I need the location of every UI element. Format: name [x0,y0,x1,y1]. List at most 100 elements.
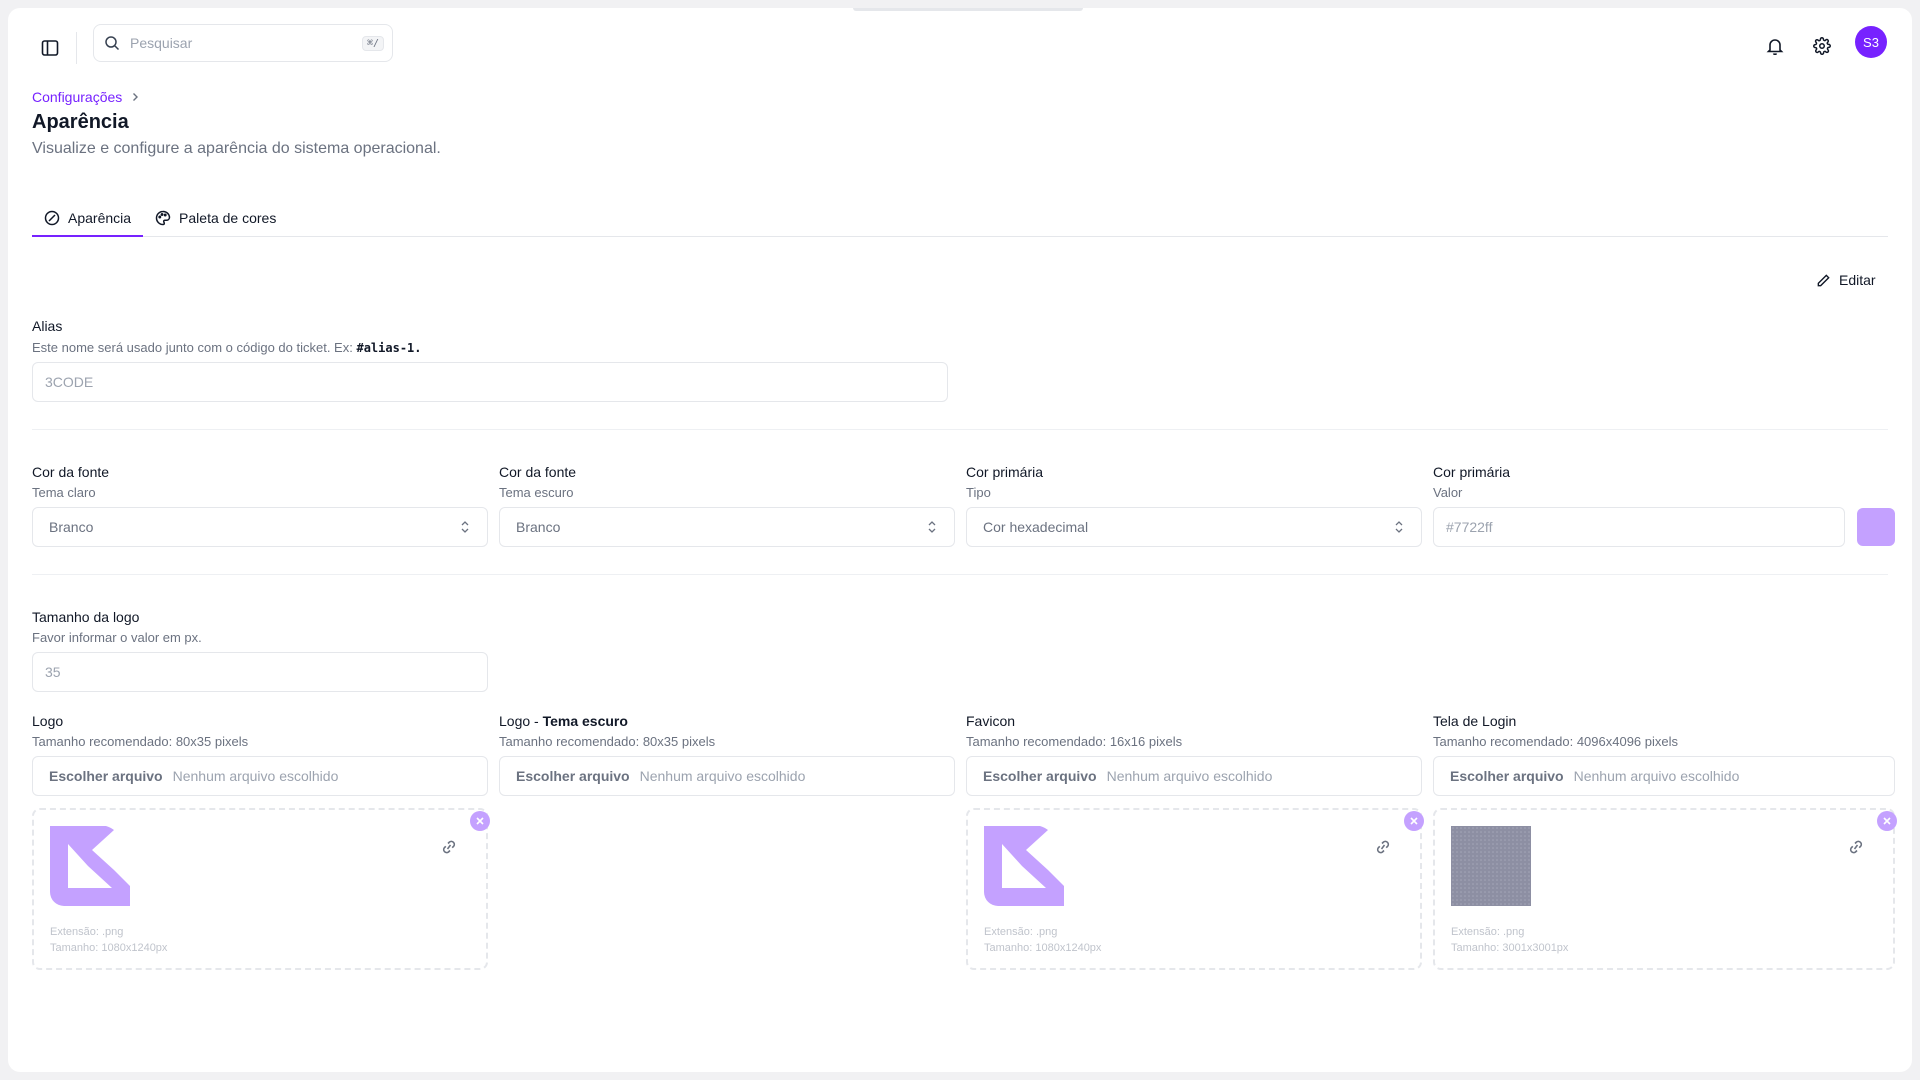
file-size: Tamanho: 3001x3001px [1451,942,1569,954]
logo-preview: Extensão: .png Tamanho: 1080x1240px [32,808,488,970]
login-screen-file-input[interactable]: Escolher arquivo Nenhum arquivo escolhid… [1433,756,1895,796]
file-meta: Extensão: .png Tamanho: 3001x3001px [1451,924,1568,956]
settings-button[interactable] [1808,32,1836,60]
login-screen-preview: Extensão: .png Tamanho: 3001x3001px [1433,808,1895,970]
tab-label: Paleta de cores [179,210,277,226]
palette-icon [44,210,60,225]
close-icon [1883,817,1891,825]
no-file-text: Nenhum arquivo escolhido [1573,768,1740,784]
edit-label: Editar [1839,272,1876,288]
select-value: Cor hexadecimal [983,519,1089,535]
chevron-right-icon [133,93,139,101]
primary-color-hex-field[interactable] [1433,507,1845,547]
bell-icon [1766,39,1784,55]
logo-size-label: Tamanho da logo [32,609,140,625]
remove-login-screen-button[interactable] [1877,811,1897,831]
primary-color-type-label: Cor primária [966,464,1044,480]
choose-file-button[interactable]: Escolher arquivo [516,768,630,784]
breadcrumb-link-settings[interactable]: Configurações [32,89,122,105]
file-meta: Extensão: .png Tamanho: 1080x1240px [984,924,1101,956]
logo-size-help: Favor informar o valor em px. [32,630,202,645]
search-input[interactable] [130,35,352,51]
chevrons-up-down-icon [1395,521,1403,533]
file-size: Tamanho: 1080x1240px [984,942,1102,954]
tab-bar: Aparência Paleta de cores [32,200,1888,237]
logo-dark-upload-help: Tamanho recomendado: 80x35 pixels [499,734,716,749]
alias-field[interactable] [32,362,948,402]
logo-file-input[interactable]: Escolher arquivo Nenhum arquivo escolhid… [32,756,488,796]
search-box[interactable]: ⌘/ [93,24,393,62]
favicon-file-input[interactable]: Escolher arquivo Nenhum arquivo escolhid… [966,756,1422,796]
file-extension: Extensão: .png [1451,926,1525,938]
search-icon [105,36,120,51]
color-swatch[interactable] [1857,508,1895,546]
logo-dark-file-input[interactable]: Escolher arquivo Nenhum arquivo escolhid… [499,756,955,796]
primary-color-hex-input[interactable] [1446,519,1832,535]
close-icon [476,817,484,825]
favicon-upload-label: Favicon [966,713,1015,729]
tab-appearance[interactable]: Aparência [32,200,144,237]
breadcrumb: Configurações [32,89,140,105]
login-background-image [1451,826,1531,906]
favicon-preview: Extensão: .png Tamanho: 1080x1240px [966,808,1422,970]
login-screen-upload-label: Tela de Login [1433,713,1516,729]
top-notch [853,8,1083,11]
search-shortcut-badge: ⌘/ [361,35,384,51]
font-color-dark-select[interactable]: Branco [499,507,955,547]
label-text: Logo [32,713,64,729]
file-meta: Extensão: .png Tamanho: 1080x1240px [50,924,167,956]
no-file-text: Nenhum arquivo escolhido [1106,768,1273,784]
edit-button[interactable]: Editar [1808,266,1884,294]
primary-color-type-sub: Tipo [966,485,991,500]
logo-upload-help: Tamanho recomendado: 80x35 pixels [32,734,249,749]
link-icon[interactable] [1847,838,1865,856]
remove-favicon-button[interactable] [1404,811,1424,831]
font-color-light-label: Cor da fonte [32,464,110,480]
label-text: Favicon [966,713,1016,729]
select-value: Branco [49,519,94,535]
select-value: Branco [516,519,561,535]
font-color-light-sub: Tema claro [32,485,96,500]
choose-file-button[interactable]: Escolher arquivo [49,768,163,784]
login-screen-upload-help: Tamanho recomendado: 4096x4096 pixels [1433,734,1679,749]
main-card: ⌘/ S3 Configurações Aparência Visualize … [8,8,1912,1072]
file-size: Tamanho: 1080x1240px [50,942,168,954]
gear-icon [1813,37,1831,55]
sidebar-toggle-button[interactable] [32,30,68,66]
font-color-dark-label: Cor da fonte [499,464,577,480]
font-color-dark-sub: Tema escuro [499,485,574,500]
choose-file-button[interactable]: Escolher arquivo [1450,768,1564,784]
file-extension: Extensão: .png [984,926,1058,938]
font-color-light-select[interactable]: Branco [32,507,488,547]
primary-color-type-select[interactable]: Cor hexadecimal [966,507,1422,547]
remove-logo-button[interactable] [470,811,490,831]
tab-color-palette[interactable]: Paleta de cores [143,200,288,236]
logo-upload-label: Logo [32,713,63,729]
label-text: Logo - [499,713,543,729]
favicon-upload-help: Tamanho recomendado: 16x16 pixels [966,734,1183,749]
tab-label: Aparência [68,209,132,226]
alias-example: #alias-1. [356,341,422,355]
label-text: Tela de Login [1433,713,1517,729]
primary-color-value-sub: Valor [1433,485,1463,500]
page-subtitle: Visualize e configure a aparência do sis… [32,140,441,157]
logo-size-field[interactable] [32,652,488,692]
chevrons-up-down-icon [461,521,469,533]
choose-file-button[interactable]: Escolher arquivo [983,768,1097,784]
label-bold-text: Tema escuro [542,713,628,729]
section-divider [32,429,1888,430]
link-icon[interactable] [1374,838,1392,856]
sidebar-icon [41,40,59,56]
logo-size-input[interactable] [45,664,475,680]
logo-dark-upload-label: Logo - Tema escuro [499,713,628,729]
no-file-text: Nenhum arquivo escolhido [639,768,806,784]
user-avatar[interactable]: S3 [1855,26,1887,58]
alias-input[interactable] [45,374,935,390]
notifications-button[interactable] [1761,32,1789,60]
brand-logo-image [50,826,130,906]
link-icon[interactable] [440,838,458,856]
paint-palette-icon [155,210,171,226]
page-title: Aparência [32,111,129,133]
pencil-icon [1817,273,1830,286]
header-divider [76,32,77,64]
